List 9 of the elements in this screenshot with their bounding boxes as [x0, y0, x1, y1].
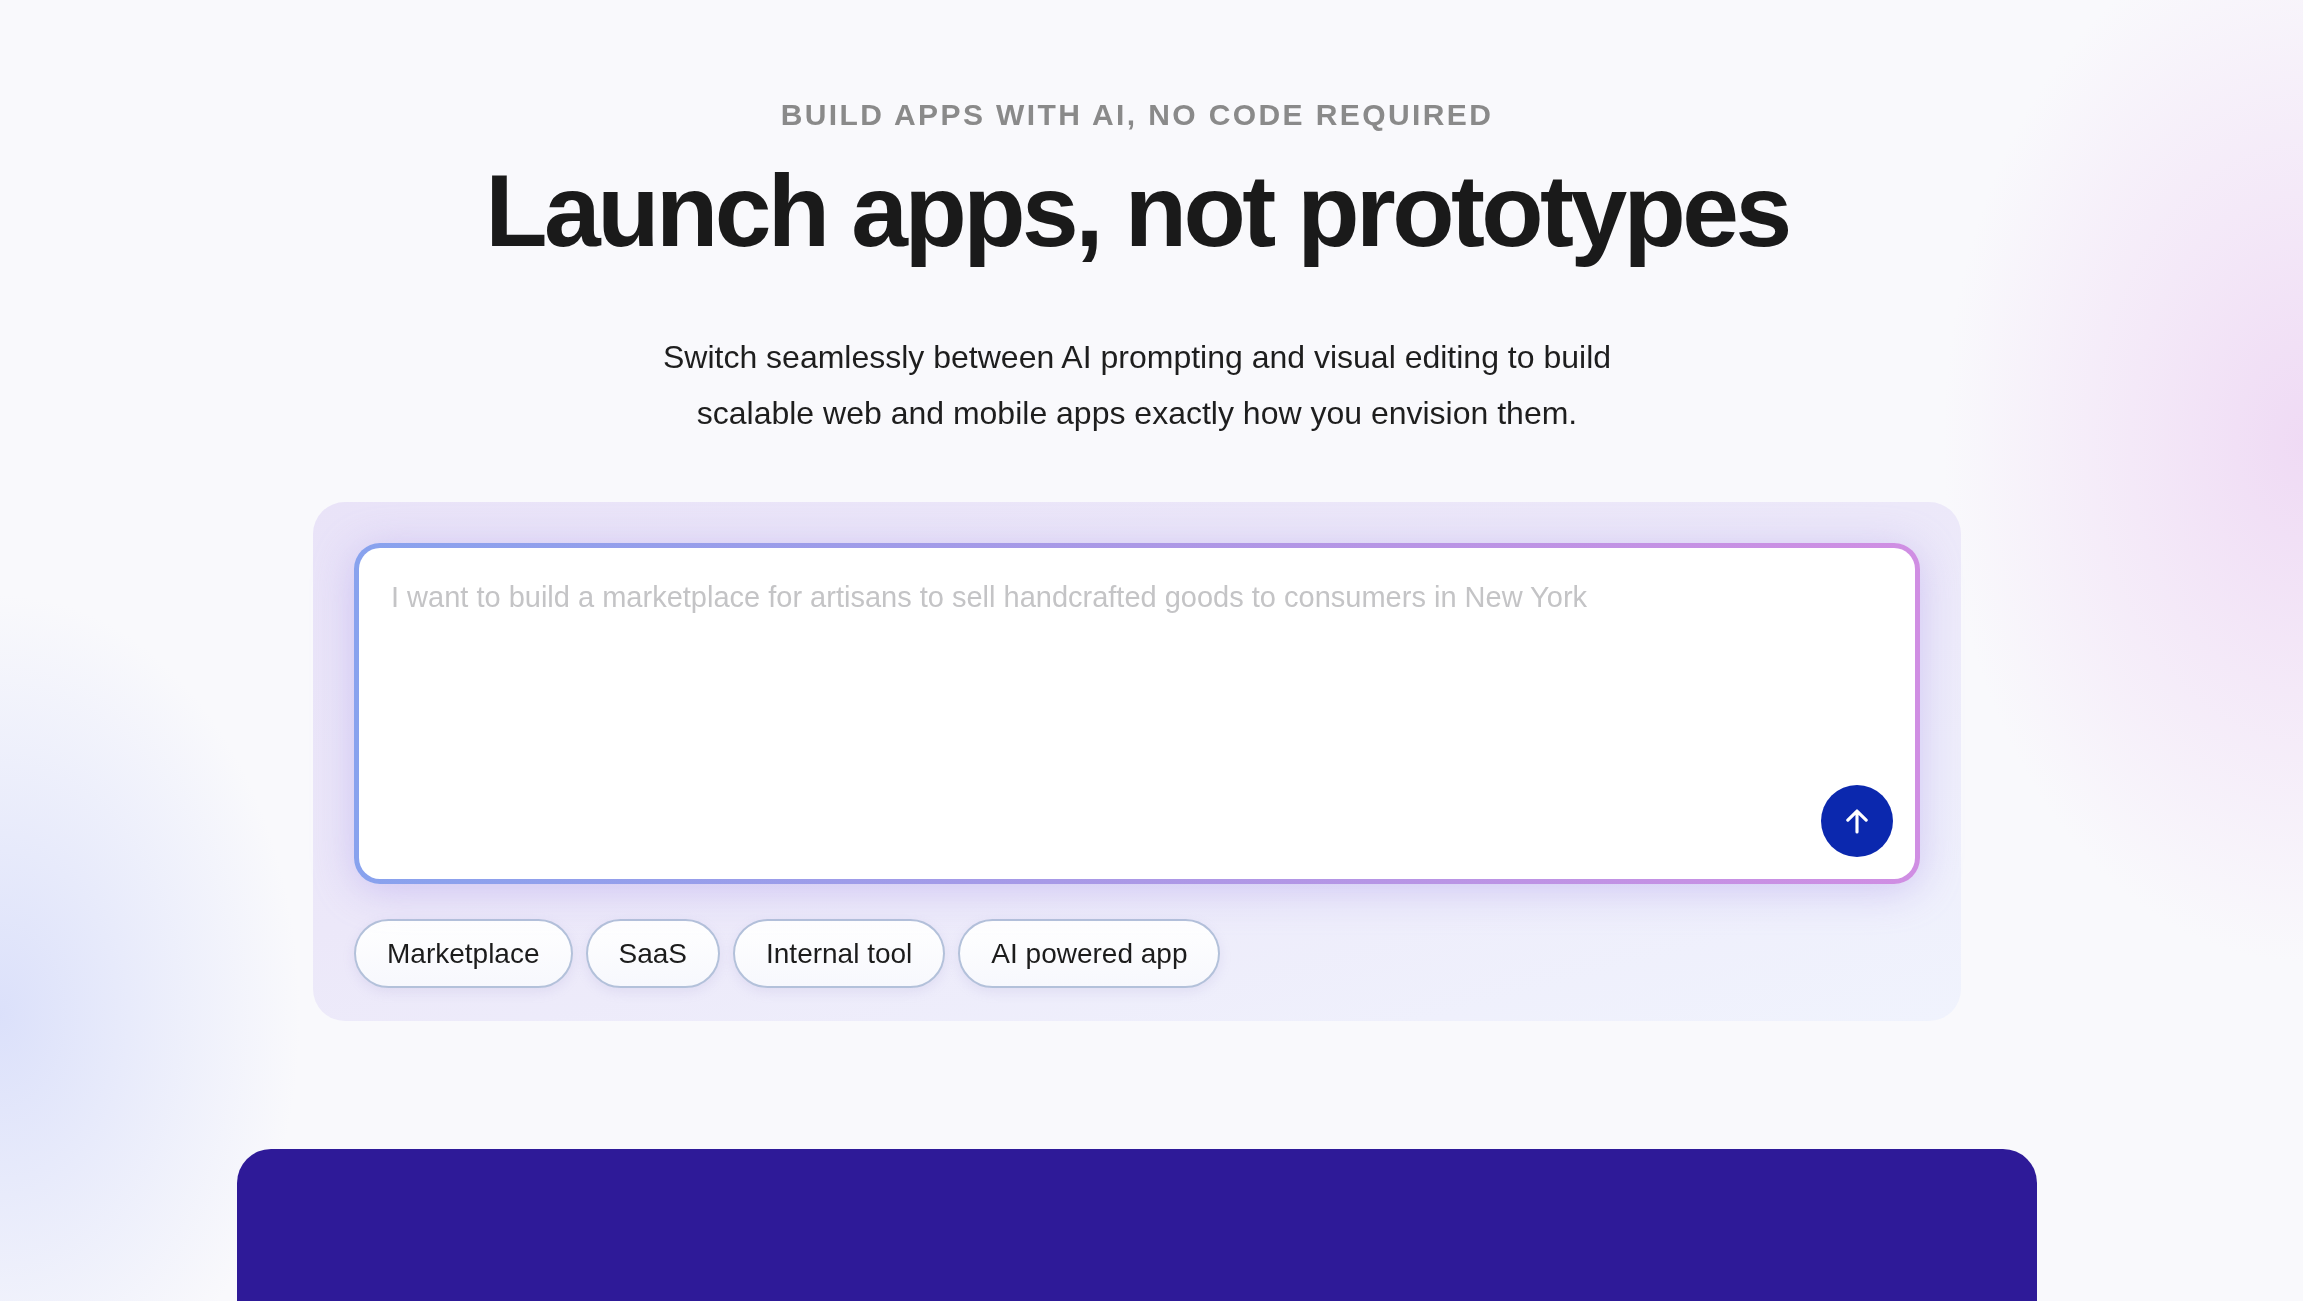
eyebrow-label: BUILD APPS WITH AI, NO CODE REQUIRED [780, 97, 1494, 133]
arrow-up-icon [1846, 808, 1868, 834]
hero-subtitle: Switch seamlessly between AI prompting and visual editing to build scalable web and mobile apps exactly how you envision them. [662, 338, 1612, 433]
hero-title: Launch apps, not prototypes [485, 153, 1789, 270]
suggestion-chip[interactable]: AI powered app [958, 919, 1221, 988]
suggestion-chip[interactable]: SaaS [585, 919, 720, 988]
suggestion-chip[interactable]: Marketplace [354, 919, 573, 988]
prompt-field[interactable]: I want to build a marketplace for artisans to sell handcrafted goods to consumers in New York [354, 543, 1920, 884]
suggestion-chip[interactable]: Internal tool [733, 919, 946, 988]
